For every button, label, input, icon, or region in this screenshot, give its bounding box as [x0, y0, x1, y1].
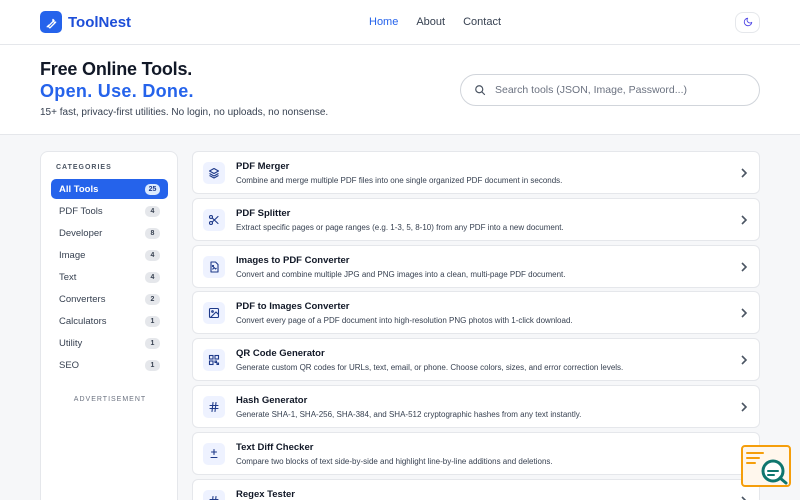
- tool-name: Images to PDF Converter: [236, 254, 350, 266]
- category-image[interactable]: Image 4: [51, 245, 168, 265]
- site-logo[interactable]: ToolNest: [40, 11, 131, 33]
- nav-home[interactable]: Home: [369, 16, 398, 28]
- category-calculators[interactable]: Calculators 1: [51, 311, 168, 331]
- tool-list: PDF Merger Combine and merge multiple PD…: [192, 151, 760, 500]
- tool-card-pdf-to-images[interactable]: PDF to Images Converter Convert every pa…: [192, 291, 760, 335]
- plus-minus-icon: [203, 442, 225, 465]
- category-label: Text: [59, 271, 77, 283]
- tool-description: Extract specific pages or page ranges (e…: [236, 222, 564, 232]
- floating-search-widget[interactable]: [741, 445, 791, 487]
- search-box: [460, 74, 760, 106]
- tool-name: Hash Generator: [236, 394, 308, 406]
- category-all-tools[interactable]: All Tools 25: [51, 179, 168, 199]
- chevron-right-icon: [740, 354, 748, 366]
- advertisement-label: ADVERTISEMENT: [73, 396, 147, 403]
- hero-subtitle: 15+ fast, privacy-first utilities. No lo…: [40, 107, 329, 118]
- logo-text: ToolNest: [68, 13, 132, 31]
- category-count-badge: 4: [145, 271, 160, 283]
- image-file-icon: [203, 255, 225, 278]
- category-label: All Tools: [59, 183, 99, 195]
- category-count-badge: 1: [145, 337, 160, 349]
- hero-tagline: Open. Use. Done.: [40, 81, 194, 101]
- hero-section: Free Online Tools. Open. Use. Done. 15+ …: [0, 45, 800, 135]
- scissors-icon: [203, 208, 225, 231]
- category-sidebar: CATEGORIES All Tools 25 PDF Tools 4 Deve…: [40, 151, 178, 500]
- qr-code-icon: [203, 349, 225, 372]
- category-count-badge: 1: [145, 359, 160, 371]
- category-developer[interactable]: Developer 8: [51, 223, 168, 243]
- category-pdf-tools[interactable]: PDF Tools 4: [51, 201, 168, 221]
- tool-description: Generate custom QR codes for URLs, text,…: [236, 363, 624, 373]
- category-count-badge: 8: [145, 227, 160, 239]
- category-count-badge: 4: [145, 205, 160, 217]
- theme-toggle-button[interactable]: [735, 12, 760, 33]
- category-count-badge: 2: [145, 293, 160, 305]
- search-icon: [474, 84, 486, 96]
- chevron-right-icon: [740, 214, 748, 226]
- tool-card-text-diff-checker[interactable]: Text Diff Checker Compare two blocks of …: [192, 431, 760, 475]
- nav-contact[interactable]: Contact: [463, 16, 501, 28]
- tool-description: Convert every page of a PDF document int…: [236, 316, 573, 326]
- hash-icon: [203, 489, 225, 500]
- hash-icon: [203, 395, 225, 418]
- top-navbar: ToolNest Home About Contact: [0, 0, 800, 45]
- tool-name: PDF Splitter: [236, 207, 291, 219]
- hero-title: Free Online Tools.: [40, 59, 193, 79]
- category-seo[interactable]: SEO 1: [51, 355, 168, 375]
- tool-name: QR Code Generator: [236, 348, 325, 360]
- layers-icon: [203, 162, 225, 184]
- tool-name: PDF Merger: [236, 161, 290, 172]
- chevron-right-icon: [740, 495, 748, 500]
- magnifier-chat-icon: [743, 452, 789, 489]
- category-label: Calculators: [59, 315, 107, 327]
- category-label: PDF Tools: [59, 205, 103, 217]
- tool-description: Compare two blocks of text side-by-side …: [236, 456, 553, 466]
- chevron-right-icon: [740, 401, 748, 413]
- tool-description: Generate SHA-1, SHA-256, SHA-384, and SH…: [236, 409, 582, 419]
- tool-card-pdf-merger[interactable]: PDF Merger Combine and merge multiple PD…: [192, 151, 760, 194]
- tool-description: Convert and combine multiple JPG and PNG…: [236, 269, 566, 279]
- chevron-right-icon: [740, 167, 748, 179]
- search-input[interactable]: [495, 84, 735, 96]
- category-text[interactable]: Text 4: [51, 267, 168, 287]
- tool-card-pdf-splitter[interactable]: PDF Splitter Extract specific pages or p…: [192, 197, 760, 241]
- tool-name: PDF to Images Converter: [236, 301, 350, 313]
- main-nav: Home About Contact: [369, 16, 501, 28]
- category-count-badge: 1: [145, 315, 160, 327]
- category-label: Image: [59, 249, 86, 261]
- category-count-badge: 4: [145, 249, 160, 261]
- chevron-right-icon: [740, 261, 748, 273]
- category-utility[interactable]: Utility 1: [51, 333, 168, 353]
- category-label: Developer: [59, 227, 103, 239]
- category-list: All Tools 25 PDF Tools 4 Developer 8 Ima…: [51, 179, 168, 377]
- category-label: Converters: [59, 293, 106, 305]
- image-icon: [203, 302, 225, 325]
- tool-card-hash-generator[interactable]: Hash Generator Generate SHA-1, SHA-256, …: [192, 384, 760, 428]
- moon-icon: [743, 14, 753, 32]
- category-label: Utility: [59, 337, 83, 349]
- tool-name: Regex Tester: [236, 488, 295, 500]
- nav-about[interactable]: About: [416, 16, 445, 28]
- tool-card-images-to-pdf[interactable]: Images to PDF Converter Convert and comb…: [192, 244, 760, 288]
- category-label: SEO: [59, 359, 80, 371]
- categories-heading: CATEGORIES: [56, 164, 112, 171]
- wrench-icon: [40, 11, 62, 33]
- category-count-badge: 25: [145, 183, 160, 195]
- tool-card-qr-code-generator[interactable]: QR Code Generator Generate custom QR cod…: [192, 338, 760, 382]
- chevron-right-icon: [740, 307, 748, 319]
- tool-description: Combine and merge multiple PDF files int…: [236, 176, 563, 185]
- tool-name: Text Diff Checker: [236, 441, 314, 453]
- tool-card-regex-tester[interactable]: Regex Tester: [192, 478, 760, 500]
- category-converters[interactable]: Converters 2: [51, 289, 168, 309]
